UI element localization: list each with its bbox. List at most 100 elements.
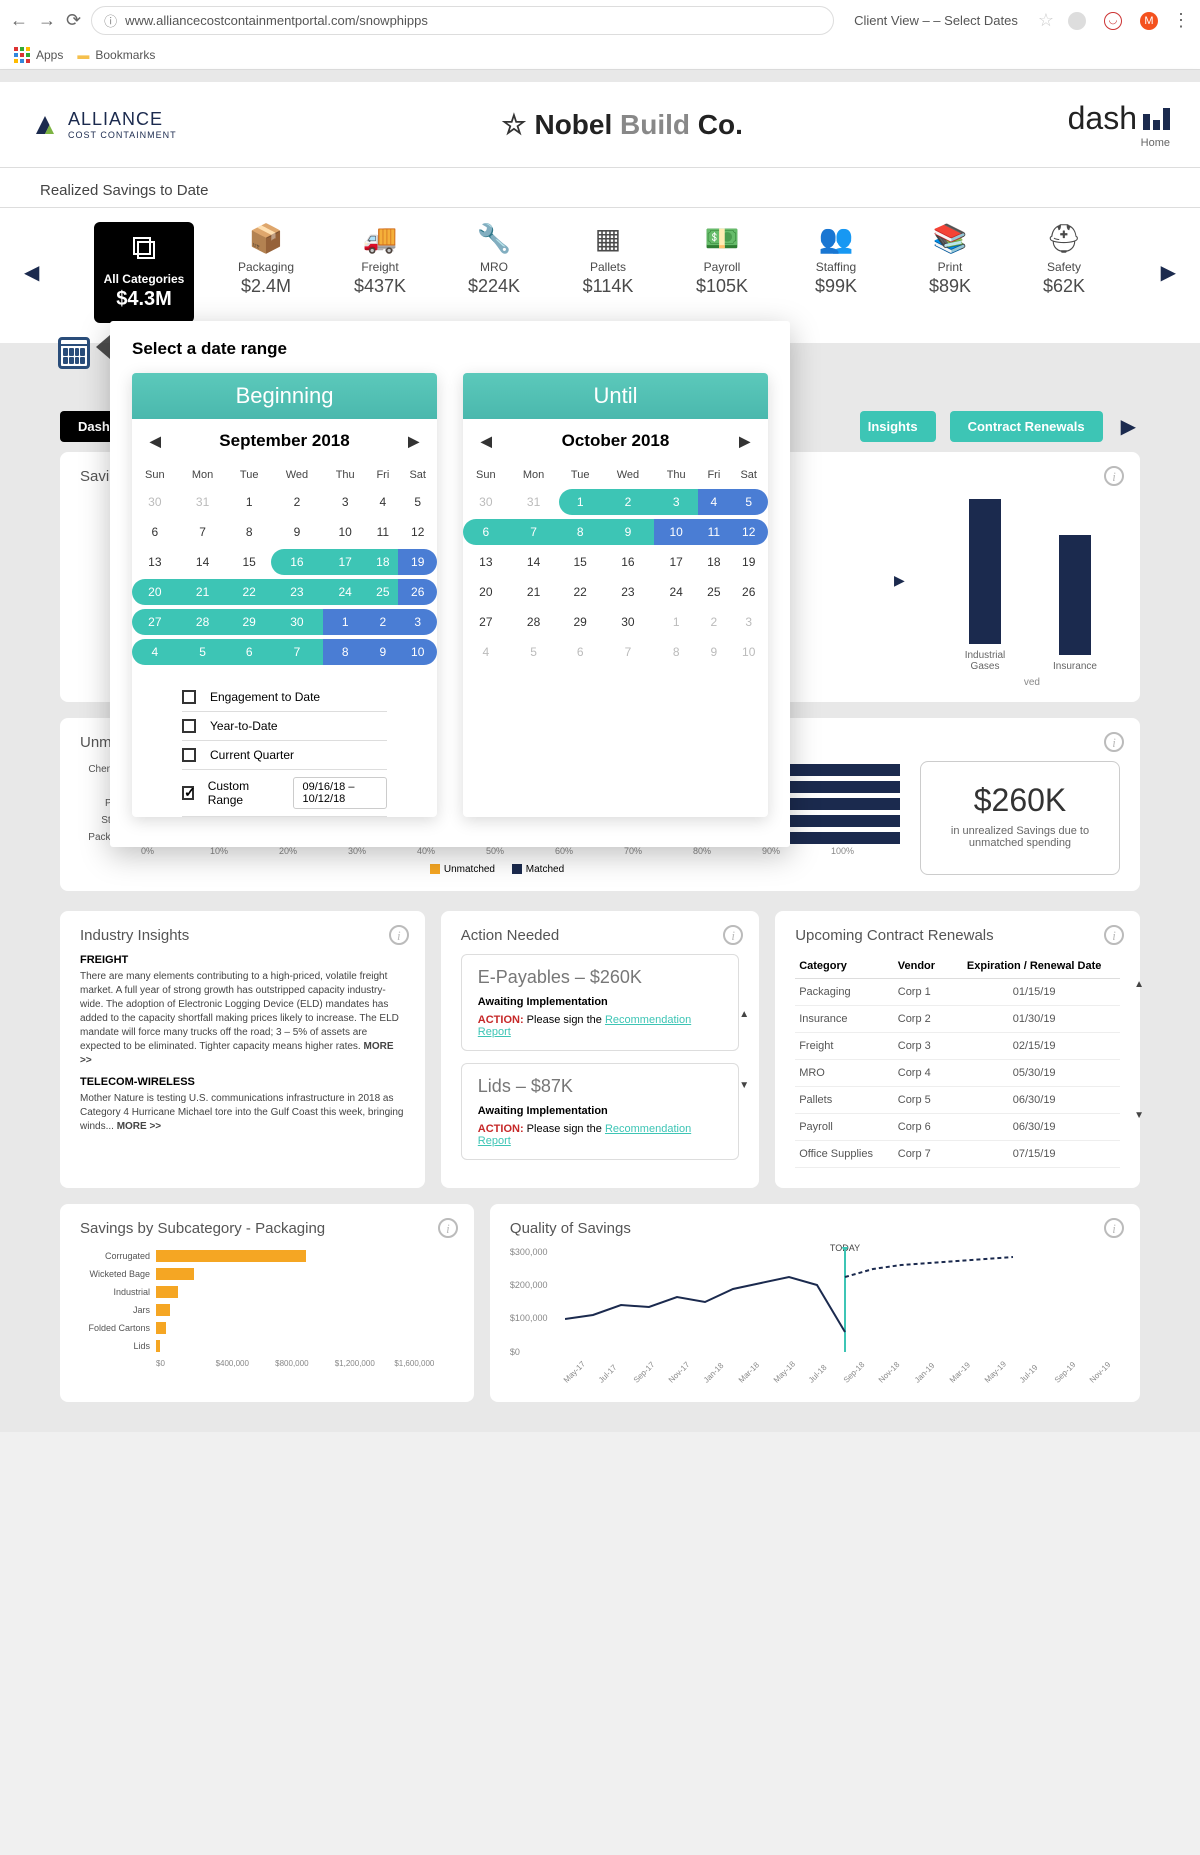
table-row[interactable]: InsuranceCorp 201/30/19 [795, 1006, 1120, 1033]
calendar-day[interactable]: 10 [323, 517, 367, 547]
calendar-day[interactable]: 7 [602, 637, 654, 667]
calendar-day[interactable]: 3 [398, 607, 437, 637]
tab-renewals[interactable]: Contract Renewals [950, 411, 1103, 442]
calendar-day[interactable]: 22 [559, 577, 602, 607]
calendar-day[interactable]: 24 [323, 577, 367, 607]
calendar-day[interactable]: 18 [367, 547, 398, 577]
calendar-day[interactable]: 6 [559, 637, 602, 667]
calendar-day[interactable]: 8 [228, 517, 271, 547]
ext-icon-1[interactable] [1068, 12, 1086, 30]
calendar-day[interactable]: 28 [178, 607, 228, 637]
category-safety[interactable]: ⛑Safety$62K [1022, 222, 1106, 297]
calendar-day[interactable]: 25 [698, 577, 729, 607]
calendar-day[interactable]: 5 [398, 487, 437, 517]
category-packaging[interactable]: 📦Packaging$2.4M [224, 222, 308, 297]
home-link[interactable]: Home [1068, 137, 1170, 149]
range-option[interactable]: Current Quarter [182, 741, 387, 770]
forward-button[interactable]: → [38, 10, 56, 31]
renewals-down[interactable]: ▼ [1134, 1110, 1144, 1121]
calendar-day[interactable]: 20 [132, 577, 178, 607]
info-icon[interactable]: i [389, 925, 409, 945]
info-icon[interactable]: i [723, 925, 743, 945]
calendar-day[interactable]: 11 [698, 517, 729, 547]
calendar-day[interactable]: 5 [509, 637, 559, 667]
table-row[interactable]: PackagingCorp 101/15/19 [795, 979, 1120, 1006]
more-link[interactable]: MORE >> [117, 1121, 161, 1132]
calendar-icon[interactable] [58, 337, 90, 369]
action-down[interactable]: ▼ [739, 1080, 749, 1091]
calendar-day[interactable]: 6 [132, 517, 178, 547]
calendar-day[interactable]: 1 [559, 487, 602, 517]
calendar-day[interactable]: 12 [729, 517, 768, 547]
calendar-day[interactable]: 21 [509, 577, 559, 607]
table-row[interactable]: MROCorp 405/30/19 [795, 1060, 1120, 1087]
next-month[interactable]: ▶ [739, 433, 750, 450]
calendar-day[interactable]: 8 [323, 637, 367, 667]
info-icon[interactable]: i [1104, 925, 1124, 945]
calendar-day[interactable]: 9 [271, 517, 323, 547]
category-mro[interactable]: 🔧MRO$224K [452, 222, 536, 297]
strip-prev[interactable]: ◀ [20, 260, 43, 285]
alliance-logo[interactable]: ALLIANCECOST CONTAINMENT [30, 109, 177, 140]
calendar-day[interactable]: 10 [398, 637, 437, 667]
calendar-day[interactable]: 16 [271, 547, 323, 577]
calendar-day[interactable]: 27 [132, 607, 178, 637]
info-icon[interactable]: i [438, 1218, 458, 1238]
calendar-day[interactable]: 13 [132, 547, 178, 577]
calendar-day[interactable]: 2 [271, 487, 323, 517]
info-icon[interactable]: i [1104, 732, 1124, 752]
calendar-day[interactable]: 16 [602, 547, 654, 577]
calendar-day[interactable]: 10 [729, 637, 768, 667]
address-bar[interactable]: ⓘ www.alliancecostcontainmentportal.com/… [91, 6, 834, 35]
category-all-categories[interactable]: All Categories$4.3M [94, 222, 194, 323]
calendar-day[interactable]: 2 [602, 487, 654, 517]
next-month[interactable]: ▶ [408, 433, 419, 450]
strip-next[interactable]: ▶ [1157, 260, 1180, 285]
calendar-day[interactable]: 2 [698, 607, 729, 637]
calendar-day[interactable]: 7 [509, 517, 559, 547]
category-pallets[interactable]: ▦Pallets$114K [566, 222, 650, 297]
reload-button[interactable]: ⟳ [66, 10, 81, 31]
calendar-day[interactable]: 14 [178, 547, 228, 577]
calendar-day[interactable]: 30 [271, 607, 323, 637]
calendar-day[interactable]: 19 [729, 547, 768, 577]
calendar-day[interactable]: 3 [729, 607, 768, 637]
calendar-day[interactable]: 15 [228, 547, 271, 577]
calendar-day[interactable]: 29 [559, 607, 602, 637]
range-option[interactable]: Year-to-Date [182, 712, 387, 741]
chart-next[interactable]: ▶ [894, 572, 905, 589]
star-icon[interactable]: ☆ [1038, 10, 1054, 31]
calendar-day[interactable]: 24 [654, 577, 698, 607]
calendar-day[interactable]: 5 [729, 487, 768, 517]
calendar-day[interactable]: 19 [398, 547, 437, 577]
info-icon[interactable]: i [1104, 466, 1124, 486]
calendar-day[interactable]: 22 [228, 577, 271, 607]
calendar-day[interactable]: 2 [367, 607, 398, 637]
calendar-day[interactable]: 20 [463, 577, 509, 607]
calendar-day[interactable]: 26 [729, 577, 768, 607]
table-row[interactable]: FreightCorp 302/15/19 [795, 1033, 1120, 1060]
calendar-day[interactable]: 1 [323, 607, 367, 637]
category-payroll[interactable]: 💵Payroll$105K [680, 222, 764, 297]
calendar-day[interactable]: 3 [323, 487, 367, 517]
calendar-day[interactable]: 17 [323, 547, 367, 577]
category-staffing[interactable]: 👥Staffing$99K [794, 222, 878, 297]
calendar-day[interactable]: 30 [463, 487, 509, 517]
table-row[interactable]: Office SuppliesCorp 707/15/19 [795, 1141, 1120, 1168]
renewals-up[interactable]: ▲ [1134, 979, 1144, 990]
calendar-day[interactable]: 5 [178, 637, 228, 667]
calendar-day[interactable]: 4 [463, 637, 509, 667]
calendar-day[interactable]: 21 [178, 577, 228, 607]
calendar-day[interactable]: 23 [271, 577, 323, 607]
calendar-day[interactable]: 26 [398, 577, 437, 607]
calendar-day[interactable]: 30 [132, 487, 178, 517]
calendar-day[interactable]: 18 [698, 547, 729, 577]
calendar-day[interactable]: 8 [559, 517, 602, 547]
apps-button[interactable]: Apps [14, 47, 63, 63]
calendar-day[interactable]: 4 [698, 487, 729, 517]
category-freight[interactable]: 🚚Freight$437K [338, 222, 422, 297]
calendar-day[interactable]: 13 [463, 547, 509, 577]
calendar-day[interactable]: 12 [398, 517, 437, 547]
calendar-day[interactable]: 7 [271, 637, 323, 667]
tab-insights[interactable]: Insights [860, 411, 936, 442]
